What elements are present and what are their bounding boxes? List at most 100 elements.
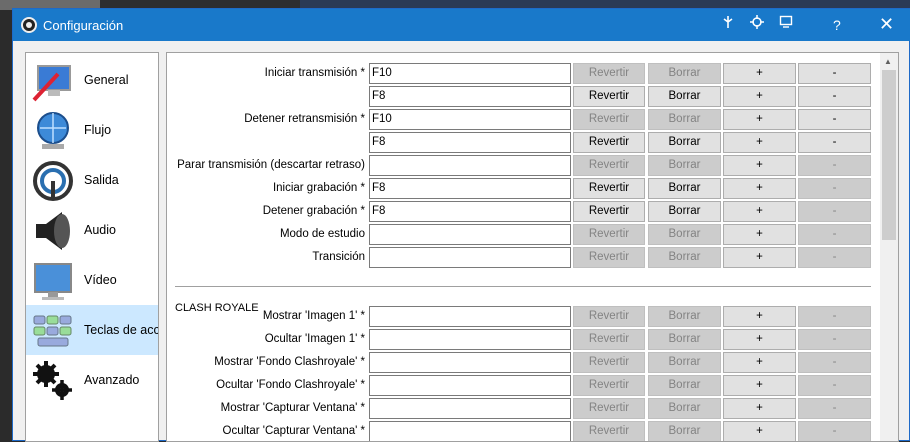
revert-button[interactable]: Revertir xyxy=(573,109,645,130)
add-button[interactable]: + xyxy=(723,132,796,153)
group-title: CLASH ROYALE xyxy=(175,302,259,314)
add-button[interactable]: + xyxy=(723,375,796,396)
revert-button[interactable]: Revertir xyxy=(573,155,645,176)
sidebar-item-advanced[interactable]: Avanzado xyxy=(26,355,158,405)
sidebar-item-video[interactable]: Vídeo xyxy=(26,255,158,305)
hotkey-input[interactable]: F8 xyxy=(369,201,571,222)
add-button[interactable]: + xyxy=(723,109,796,130)
revert-button[interactable]: Revertir xyxy=(573,201,645,222)
window-capture-icon[interactable] xyxy=(777,15,795,33)
add-button[interactable]: + xyxy=(723,421,796,441)
revert-button[interactable]: Revertir xyxy=(573,132,645,153)
add-button[interactable]: + xyxy=(723,306,796,327)
add-button[interactable]: + xyxy=(723,224,796,245)
remove-button[interactable]: - xyxy=(798,109,871,130)
revert-button[interactable]: Revertir xyxy=(573,352,645,373)
revert-button[interactable]: Revertir xyxy=(573,329,645,350)
revert-button[interactable]: Revertir xyxy=(573,247,645,268)
clear-button[interactable]: Borrar xyxy=(648,201,721,222)
revert-button[interactable]: Revertir xyxy=(573,306,645,327)
clear-button[interactable]: Borrar xyxy=(648,329,721,350)
add-button[interactable]: + xyxy=(723,178,796,199)
remove-button[interactable]: - xyxy=(798,155,871,176)
remove-button[interactable]: - xyxy=(798,132,871,153)
vertical-scrollbar[interactable]: ▲ xyxy=(880,53,898,441)
sidebar-item-output[interactable]: Salida xyxy=(26,155,158,205)
clear-button[interactable]: Borrar xyxy=(648,375,721,396)
hotkey-row: Mostrar 'Imagen 1' * Revertir Borrar + - xyxy=(167,306,877,327)
close-button[interactable]: ✕ xyxy=(879,14,894,35)
add-button[interactable]: + xyxy=(723,155,796,176)
hotkey-input[interactable]: F8 xyxy=(369,178,571,199)
remove-button[interactable]: - xyxy=(798,375,871,396)
hotkey-input[interactable]: F10 xyxy=(369,109,571,130)
revert-button[interactable]: Revertir xyxy=(573,421,645,441)
hotkey-input[interactable] xyxy=(369,375,571,396)
sidebar-item-general[interactable]: General xyxy=(26,55,158,105)
revert-button[interactable]: Revertir xyxy=(573,63,645,84)
revert-button[interactable]: Revertir xyxy=(573,375,645,396)
hotkey-row: F8 Revertir Borrar + - xyxy=(167,86,877,107)
clear-button[interactable]: Borrar xyxy=(648,63,721,84)
clear-button[interactable]: Borrar xyxy=(648,155,721,176)
hotkey-input[interactable] xyxy=(369,329,571,350)
scroll-up-arrow-icon[interactable]: ▲ xyxy=(884,57,892,66)
crosshair-icon[interactable] xyxy=(748,15,766,33)
remove-button[interactable]: - xyxy=(798,329,871,350)
globe-network-icon xyxy=(37,112,69,149)
sidebar-item-audio[interactable]: Audio xyxy=(26,205,158,255)
clear-button[interactable]: Borrar xyxy=(648,178,721,199)
hotkey-input[interactable] xyxy=(369,306,571,327)
clear-button[interactable]: Borrar xyxy=(648,352,721,373)
add-button[interactable]: + xyxy=(723,247,796,268)
add-button[interactable]: + xyxy=(723,201,796,222)
sidebar-item-stream[interactable]: Flujo xyxy=(26,105,158,155)
add-button[interactable]: + xyxy=(723,352,796,373)
remove-button[interactable]: - xyxy=(798,63,871,84)
clear-button[interactable]: Borrar xyxy=(648,132,721,153)
hotkey-row: Mostrar 'Capturar Ventana' * Revertir Borr… xyxy=(167,398,877,419)
remove-button[interactable]: - xyxy=(798,421,871,441)
clear-button[interactable]: Borrar xyxy=(648,109,721,130)
clear-button[interactable]: Borrar xyxy=(648,306,721,327)
remove-button[interactable]: - xyxy=(798,306,871,327)
revert-button[interactable]: Revertir xyxy=(573,86,645,107)
revert-button[interactable]: Revertir xyxy=(573,178,645,199)
hotkey-row: Parar transmisión (descartar retraso) Rev… xyxy=(167,155,877,176)
clear-button[interactable]: Borrar xyxy=(648,224,721,245)
hotkey-input[interactable] xyxy=(369,224,571,245)
hotkey-input[interactable]: F10 xyxy=(369,63,571,84)
obs-logo-icon xyxy=(21,17,37,33)
remove-button[interactable]: - xyxy=(798,247,871,268)
scrollbar-thumb[interactable] xyxy=(882,70,896,240)
pin-icon[interactable] xyxy=(719,15,737,33)
hotkey-input[interactable] xyxy=(369,398,571,419)
title-bar[interactable]: Configuración ? ✕ xyxy=(13,9,910,41)
remove-button[interactable]: - xyxy=(798,201,871,222)
revert-button[interactable]: Revertir xyxy=(573,398,645,419)
speaker-icon xyxy=(36,212,70,250)
add-button[interactable]: + xyxy=(723,329,796,350)
add-button[interactable]: + xyxy=(723,86,796,107)
clear-button[interactable]: Borrar xyxy=(648,398,721,419)
add-button[interactable]: + xyxy=(723,63,796,84)
hotkey-input[interactable] xyxy=(369,155,571,176)
revert-button[interactable]: Revertir xyxy=(573,224,645,245)
clear-button[interactable]: Borrar xyxy=(648,247,721,268)
sidebar-item-hotkeys[interactable]: Teclas de acceso rápido xyxy=(26,305,158,355)
remove-button[interactable]: - xyxy=(798,178,871,199)
remove-button[interactable]: - xyxy=(798,352,871,373)
add-button[interactable]: + xyxy=(723,398,796,419)
hotkey-input[interactable] xyxy=(369,352,571,373)
remove-button[interactable]: - xyxy=(798,224,871,245)
hotkey-input[interactable] xyxy=(369,247,571,268)
hotkey-input[interactable] xyxy=(369,421,571,441)
hotkey-input[interactable]: F8 xyxy=(369,86,571,107)
remove-button[interactable]: - xyxy=(798,398,871,419)
help-button[interactable]: ? xyxy=(833,17,841,33)
clear-button[interactable]: Borrar xyxy=(648,421,721,441)
clear-button[interactable]: Borrar xyxy=(648,86,721,107)
hotkey-label: Transición xyxy=(312,251,365,263)
hotkey-input[interactable]: F8 xyxy=(369,132,571,153)
remove-button[interactable]: - xyxy=(798,86,871,107)
